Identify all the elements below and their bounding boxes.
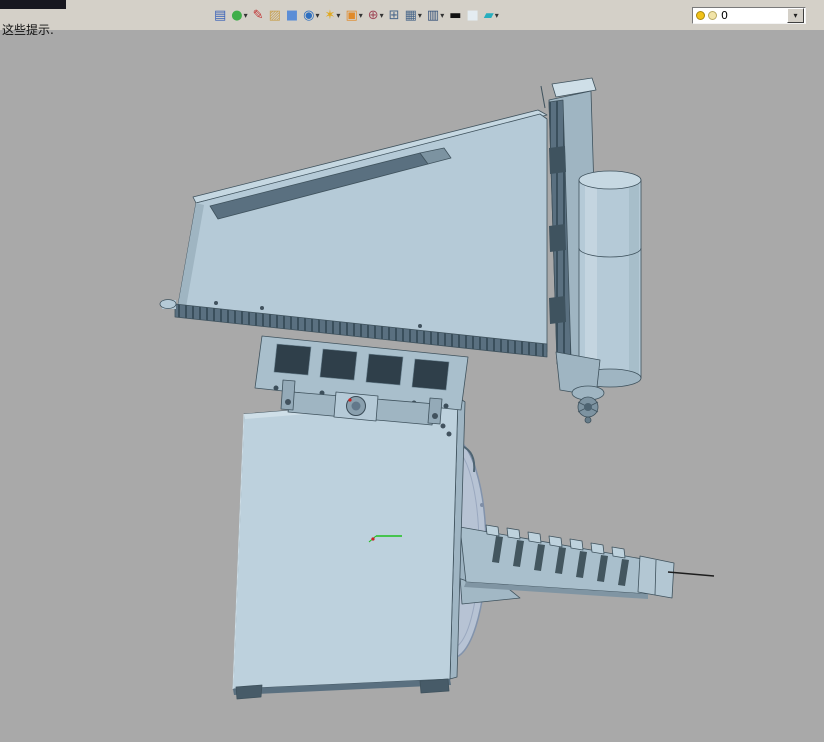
scene-button[interactable]: ▣ ▾: [343, 5, 364, 25]
material-ball-icon: ●: [231, 7, 243, 23]
viewport-3d[interactable]: [0, 30, 824, 738]
render-wheel-button[interactable]: ✶ ▾: [323, 5, 343, 25]
restore-window-button[interactable]: ▤: [212, 5, 228, 25]
viewport-frame-icon: ⊞: [388, 7, 400, 23]
locate-target-icon: ⊕: [367, 7, 379, 23]
dropdown-arrow-icon[interactable]: ▾: [244, 11, 248, 20]
texture-button[interactable]: ▨: [267, 5, 283, 25]
dropdown-arrow-icon[interactable]: ▾: [316, 11, 320, 20]
line-width-icon: ▬: [449, 7, 462, 23]
window-corner-fragment: [0, 0, 66, 9]
dropdown-arrow-icon[interactable]: ▾: [380, 11, 384, 20]
background-swatch-button[interactable]: ■: [465, 5, 481, 25]
background-swatch-icon: ■: [466, 7, 479, 23]
machine-beam[interactable]: [159, 109, 548, 358]
dropdown-arrow-icon[interactable]: ▾: [495, 11, 499, 20]
tool-arm[interactable]: [451, 524, 675, 599]
toolbar: ▤ ● ▾ ✎ ▨ ■ ◉ ▾ ✶ ▾ ▣ ▾ ⊕ ▾ ⊞ ▦ ▾ ▥ ▾ ▬ ■ ▰ ▾: [212, 4, 501, 26]
appearance-brush-icon: ✎: [252, 7, 264, 23]
dropdown-arrow-icon[interactable]: ▾: [336, 11, 340, 20]
viewport-frame-button[interactable]: ⊞: [387, 5, 402, 25]
grid-icon: ▦: [404, 7, 417, 23]
work-plane-button[interactable]: ▰ ▾: [482, 5, 501, 25]
layer-visibility-bulb-icon[interactable]: [696, 11, 705, 20]
shaded-sphere-icon: ◉: [303, 7, 315, 23]
material-ball-button[interactable]: ● ▾: [229, 5, 249, 25]
texture-icon: ▨: [268, 7, 281, 23]
line-width-button[interactable]: ▬: [447, 5, 463, 25]
work-plane-icon: ▰: [483, 7, 494, 23]
scene-icon: ▣: [345, 7, 358, 23]
dropdown-arrow-icon[interactable]: ▾: [440, 11, 444, 20]
solid-box-icon: ■: [285, 7, 299, 23]
display-monitor-button[interactable]: ▥ ▾: [425, 5, 446, 25]
locate-target-button[interactable]: ⊕ ▾: [366, 5, 386, 25]
display-monitor-icon: ▥: [426, 7, 440, 23]
layer-dropdown-arrow-icon[interactable]: ▾: [787, 8, 804, 23]
dropdown-arrow-icon[interactable]: ▾: [418, 11, 422, 20]
pointer-line: [667, 571, 715, 577]
solid-box-button[interactable]: ■: [284, 5, 300, 25]
appearance-brush-button[interactable]: ✎: [251, 5, 266, 25]
spindle-chuck[interactable]: [571, 385, 605, 424]
render-wheel-icon: ✶: [324, 7, 336, 23]
machine-column[interactable]: [232, 396, 466, 700]
grid-button[interactable]: ▦ ▾: [403, 5, 424, 25]
dropdown-arrow-icon[interactable]: ▾: [359, 11, 363, 20]
restore-window-icon: ▤: [214, 7, 227, 23]
layer-selector-combo[interactable]: 0 ▾: [692, 7, 806, 24]
layer-state-bulb-icon[interactable]: [708, 11, 717, 20]
shaded-sphere-button[interactable]: ◉ ▾: [301, 5, 321, 25]
layer-current-value: 0: [721, 9, 728, 22]
hint-text: 这些提示.: [2, 23, 54, 37]
